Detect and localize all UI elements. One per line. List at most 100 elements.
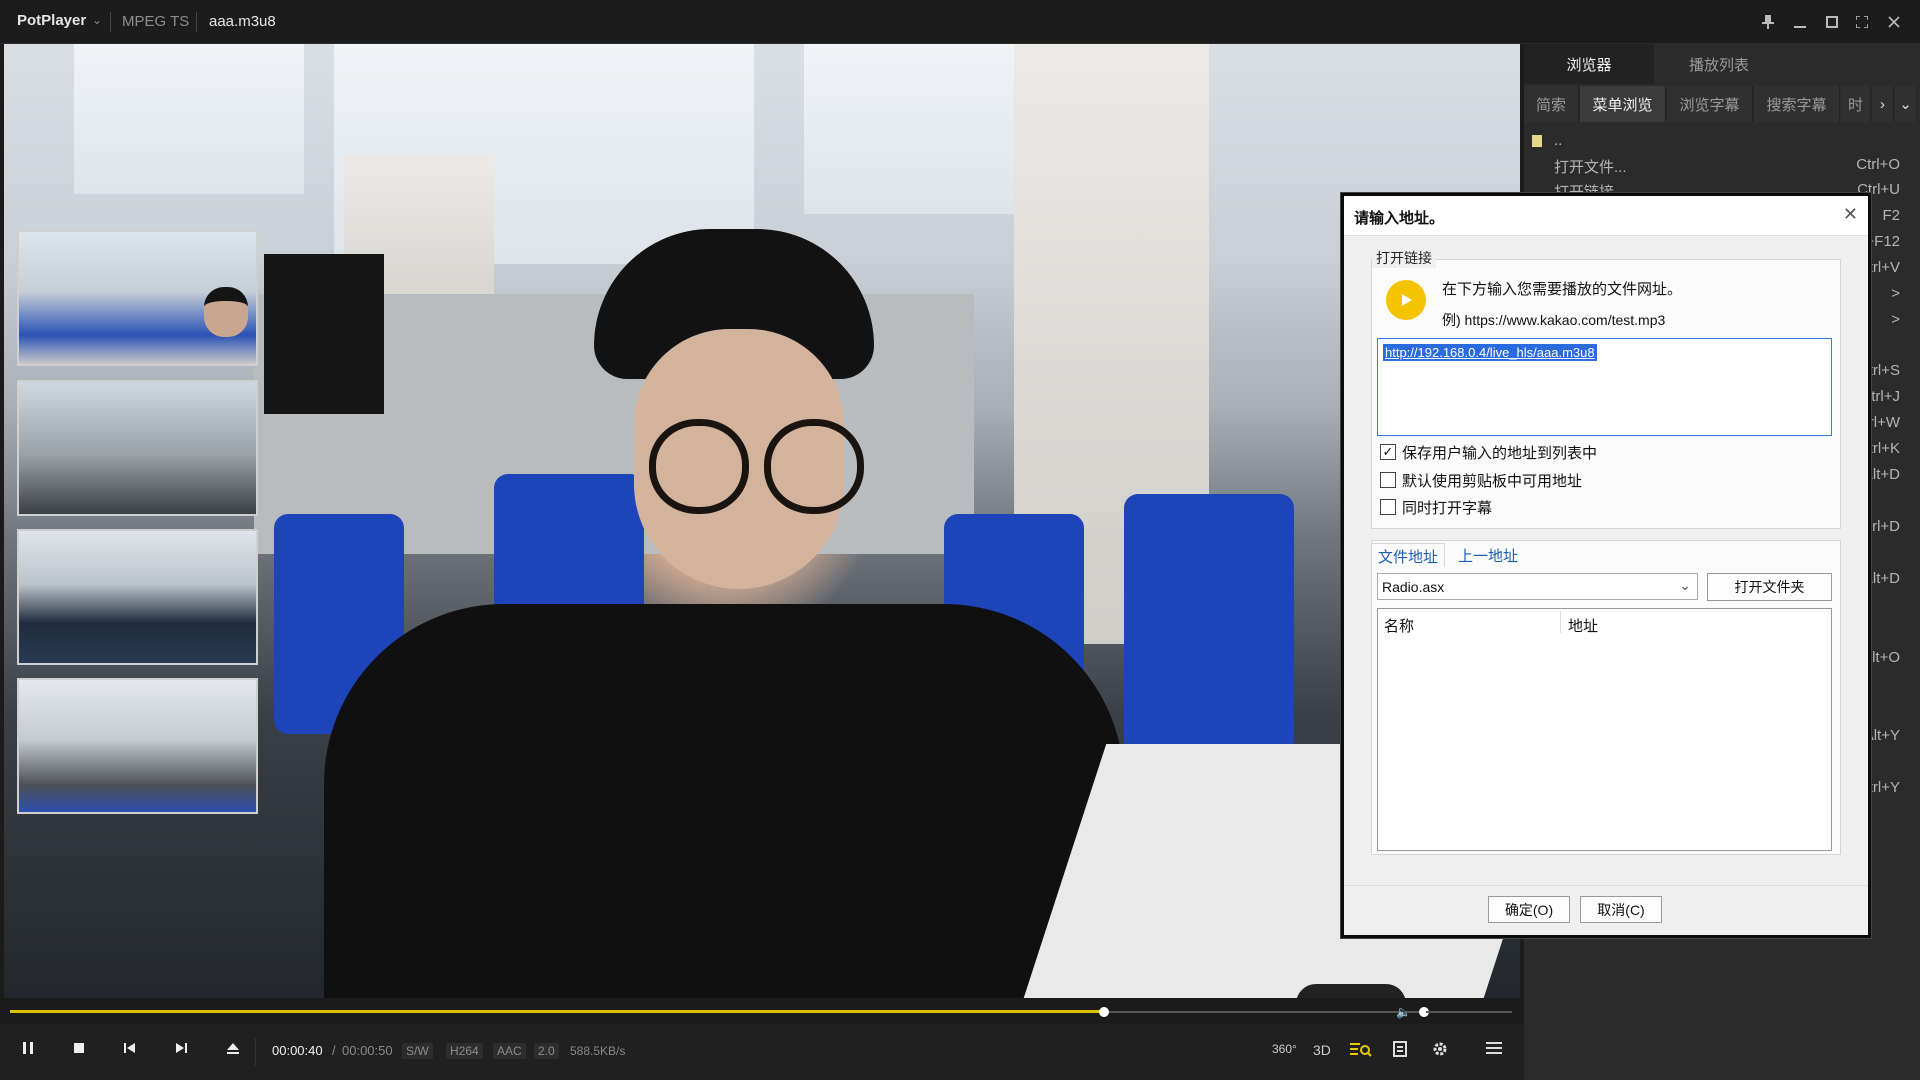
eject-icon[interactable]	[226, 1041, 240, 1060]
total-time: 00:00:50	[342, 1043, 393, 1058]
tab-previous-address[interactable]: 上一地址	[1452, 543, 1524, 567]
current-time: 00:00:40	[272, 1043, 323, 1058]
seek-handle[interactable]	[1099, 1007, 1109, 1017]
tab-file-address[interactable]: 文件地址	[1371, 543, 1446, 567]
potplayer-window: PotPlayer ⌄ MPEG TS aaa.m3u8 浏览器 播放列表 简索…	[0, 0, 1920, 1080]
menu-item-shortcut: F2	[1882, 207, 1900, 224]
menu-item-shortcut: trl+K	[1868, 440, 1900, 457]
menu-item-shortcut: >	[1891, 285, 1900, 302]
open-subtitles-checkbox[interactable]	[1380, 499, 1396, 515]
menu-item-label: 打开文件...	[1554, 159, 1627, 176]
volume-icon[interactable]: 🔈	[1396, 1005, 1411, 1019]
previous-icon[interactable]	[124, 1041, 136, 1060]
glasses	[649, 419, 749, 514]
minimize-icon[interactable]	[1790, 12, 1810, 32]
url-selected-text: http://192.168.0.4/live_hls/aaa.m3u8	[1383, 344, 1597, 361]
subtab-menu-browse[interactable]: 菜单浏览	[1580, 86, 1666, 122]
save-to-list-label: 保存用户输入的地址到列表中	[1402, 445, 1598, 462]
menu-item-shortcut: >	[1891, 311, 1900, 328]
channels-badge[interactable]: 2.0	[534, 1043, 559, 1059]
close-icon[interactable]	[1884, 12, 1904, 32]
cancel-button[interactable]: 取消(C)	[1580, 896, 1662, 923]
subtab-search-subtitles[interactable]: 搜索字幕	[1754, 86, 1840, 122]
chevron-down-icon: ⌄	[1679, 577, 1691, 593]
thumbnail-person	[204, 287, 248, 337]
playlist-select-value: Radio.asx	[1382, 579, 1445, 595]
thumbnail-2[interactable]	[17, 380, 258, 516]
pin-icon[interactable]	[1758, 12, 1778, 32]
playlist-search-icon[interactable]	[1350, 1041, 1372, 1062]
dialog-title: 请输入地址。	[1354, 210, 1445, 227]
parent-folder-item[interactable]: ..	[1532, 132, 1882, 156]
audio-codec-badge[interactable]: AAC	[493, 1043, 526, 1059]
playlist-select[interactable]: Radio.asx ⌄	[1377, 573, 1698, 600]
control-bar: 00:00:40 / 00:00:50 S/W H264 AAC 2.0 588…	[0, 1024, 1524, 1080]
subtab-search[interactable]: 简索	[1524, 86, 1579, 122]
column-divider	[1560, 611, 1561, 633]
subtab-more[interactable]: 时	[1841, 86, 1871, 122]
dialog-title-bar: 请输入地址。 ✕	[1344, 196, 1868, 236]
menu-item-shortcut: trl+D	[1867, 518, 1900, 535]
folder-icon	[1532, 135, 1542, 148]
column-name[interactable]: 名称	[1384, 615, 1414, 636]
menu-item-shortcut: trl+V	[1868, 259, 1900, 276]
video-frame[interactable]	[4, 44, 1520, 998]
instruction-text: 在下方输入您需要播放的文件网址。	[1442, 281, 1683, 298]
monitor	[264, 254, 384, 414]
dialog-footer: 确定(O) 取消(C)	[1344, 885, 1868, 935]
blue-chair	[1124, 494, 1294, 754]
stop-icon[interactable]	[73, 1041, 85, 1060]
use-clipboard-checkbox[interactable]	[1380, 472, 1396, 488]
url-input[interactable]: http://192.168.0.4/live_hls/aaa.m3u8	[1377, 338, 1832, 436]
column-address[interactable]: 地址	[1568, 615, 1598, 636]
title-bar: PotPlayer ⌄ MPEG TS aaa.m3u8	[0, 0, 1920, 44]
open-folder-button[interactable]: 打开文件夹	[1707, 573, 1832, 601]
chevron-down-icon[interactable]: ⌄	[92, 13, 102, 27]
window-background	[804, 44, 1024, 214]
3d-icon[interactable]: 3D	[1313, 1042, 1331, 1058]
wristwatch	[1296, 984, 1406, 998]
chevron-right-icon[interactable]: ›	[1872, 86, 1894, 122]
use-clipboard-label: 默认使用剪贴板中可用地址	[1402, 473, 1583, 490]
menu-item-open-file[interactable]: 打开文件... Ctrl+O	[1554, 156, 1904, 180]
seek-bar-played[interactable]	[10, 1010, 1105, 1013]
address-list[interactable]: 名称 地址	[1377, 608, 1832, 851]
ok-button[interactable]: 确定(O)	[1488, 896, 1570, 923]
menu-item-shortcut: trl+S	[1868, 362, 1900, 379]
person-body	[324, 604, 1124, 998]
glasses	[764, 419, 864, 514]
chapter-icon[interactable]	[1393, 1041, 1407, 1062]
tab-playlist[interactable]: 播放列表	[1654, 44, 1784, 84]
save-to-list-checkbox[interactable]: ✓	[1380, 444, 1396, 460]
close-icon[interactable]: ✕	[1843, 204, 1858, 225]
video-codec-badge[interactable]: H264	[446, 1043, 483, 1059]
parent-folder-label: ..	[1554, 132, 1563, 149]
menu-item-shortcut: trl+Y	[1868, 779, 1900, 796]
open-url-dialog: 请输入地址。 ✕ 打开链接 在下方输入您需要播放的文件网址。 例) https:…	[1341, 193, 1871, 938]
volume-slider[interactable]	[1426, 1011, 1512, 1013]
next-icon[interactable]	[175, 1041, 187, 1060]
speed-label: 588.5KB/s	[570, 1044, 626, 1058]
thumbnail-4[interactable]	[17, 678, 258, 814]
maximize-icon[interactable]	[1822, 12, 1842, 32]
decoder-badge[interactable]: S/W	[402, 1043, 433, 1059]
group-label: 打开链接	[1372, 248, 1436, 268]
fullscreen-icon[interactable]	[1852, 12, 1872, 32]
file-name: aaa.m3u8	[209, 13, 276, 30]
thumbnail-1[interactable]	[17, 230, 258, 366]
app-menu-button[interactable]: PotPlayer	[17, 12, 86, 29]
gear-icon[interactable]	[1432, 1041, 1448, 1062]
chevron-down-icon[interactable]: ⌄	[1895, 86, 1917, 122]
pause-icon[interactable]	[22, 1041, 34, 1060]
360-icon[interactable]: 360°	[1272, 1042, 1297, 1056]
divider	[255, 1038, 256, 1066]
tab-browser[interactable]: 浏览器	[1524, 44, 1654, 84]
subtab-browse-subtitles[interactable]: 浏览字幕	[1667, 86, 1753, 122]
divider	[110, 12, 111, 32]
menu-icon[interactable]	[1486, 1041, 1502, 1060]
open-subtitles-label: 同时打开字幕	[1402, 500, 1493, 517]
thumbnail-3[interactable]	[17, 529, 258, 665]
window-background	[74, 44, 304, 194]
divider	[196, 12, 197, 32]
format-label: MPEG TS	[122, 13, 190, 30]
